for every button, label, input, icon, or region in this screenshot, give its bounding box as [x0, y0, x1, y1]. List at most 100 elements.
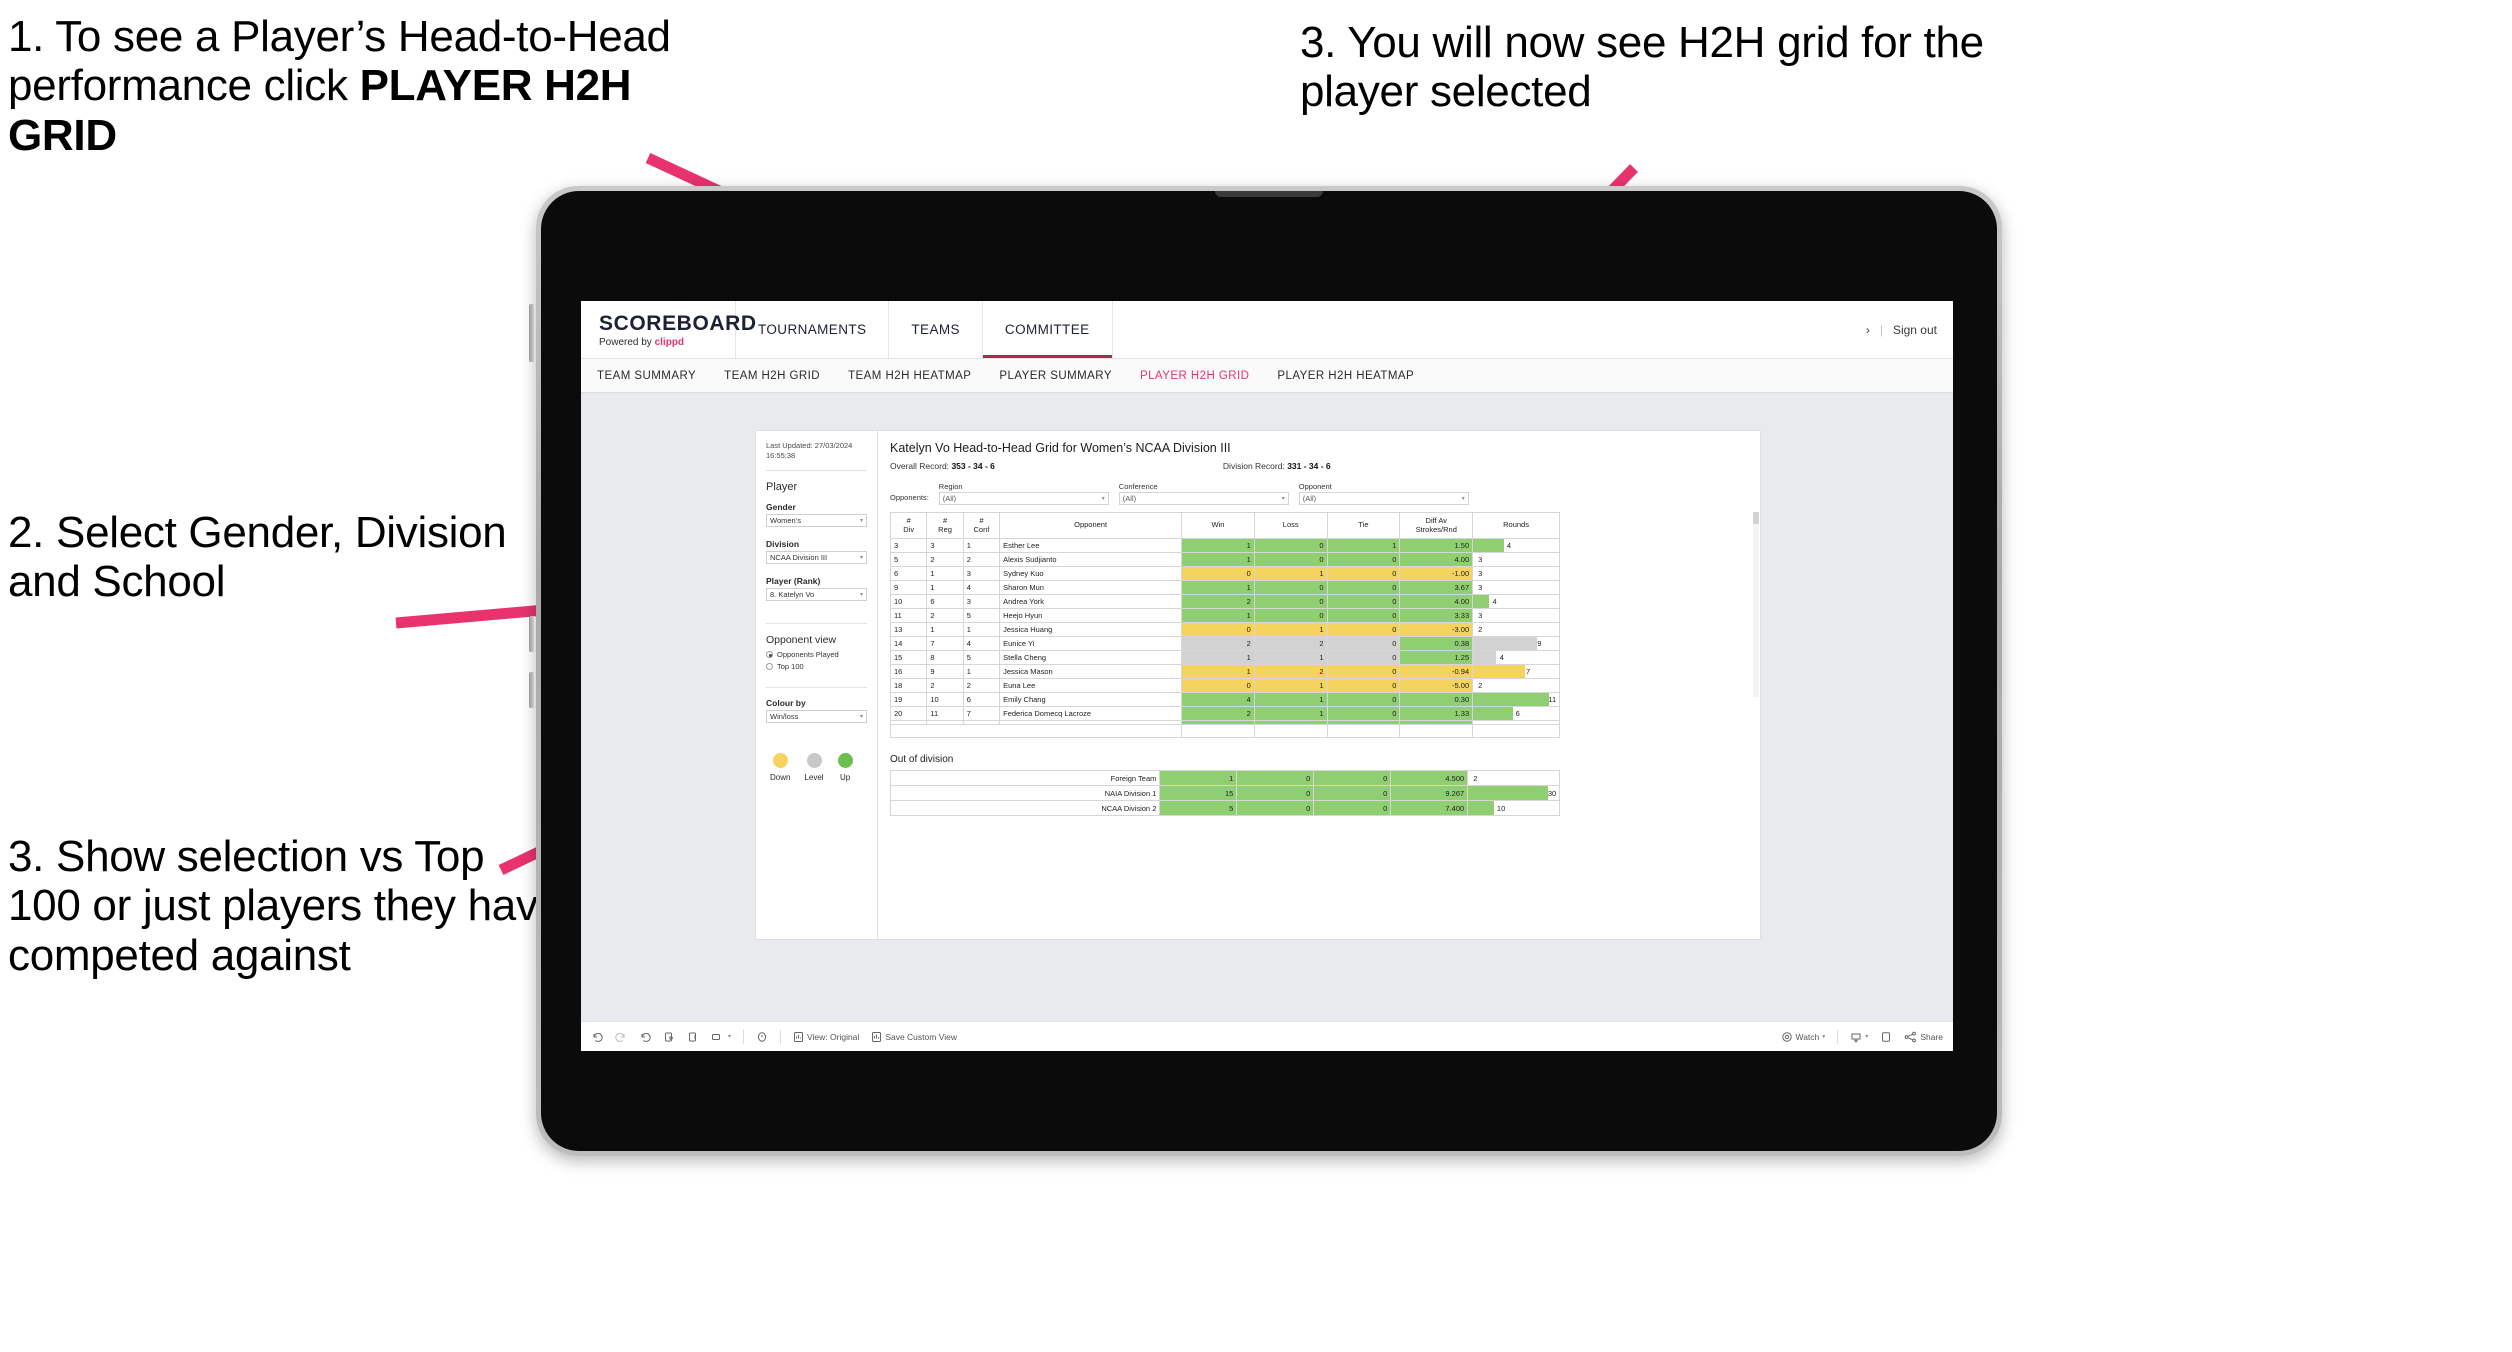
cell-opponent: Stella Cheng [999, 650, 1183, 665]
col-conf: # Conf [962, 512, 1001, 539]
watch-button[interactable]: Watch ▾ [1781, 1031, 1825, 1043]
brand-logo[interactable]: SCOREBOARD Powered by clippd [581, 301, 756, 358]
table-row[interactable]: NCAA Division 2 5 0 0 7.400 10 [889, 800, 1560, 816]
cell-rounds: 11 [1472, 692, 1560, 707]
pause-icon[interactable] [687, 1031, 699, 1043]
table-row[interactable]: 9 1 4 Sharon Mun 1 0 0 3.67 3 [889, 580, 1560, 595]
cell-reg: 3 [926, 538, 964, 553]
player-rank-dropdown[interactable]: 8. Katelyn Vo ▾ [766, 588, 867, 602]
region-dropdown[interactable]: (All) ▾ [938, 492, 1109, 505]
cell-reg: 1 [926, 580, 964, 595]
sign-out-link[interactable]: Sign out [1893, 323, 1937, 337]
cell-rounds: 10 [1467, 800, 1560, 816]
cell-reg: 6 [926, 594, 964, 609]
tab-team-summary[interactable]: TEAM SUMMARY [597, 370, 696, 382]
gender-dropdown[interactable]: Women’s ▾ [766, 514, 867, 528]
refresh-icon[interactable] [663, 1031, 675, 1043]
tab-player-h2h-grid[interactable]: PLAYER H2H GRID [1140, 370, 1249, 382]
cell-tie: 0 [1326, 580, 1401, 595]
opponent-view-heading: Opponent view [766, 634, 837, 647]
cell-win: 5 [1159, 800, 1238, 816]
overall-record-value: 353 - 34 - 6 [951, 461, 995, 471]
cell-reg: 2 [926, 678, 964, 693]
cell-opponent: Eunice Yi [999, 636, 1183, 651]
grid-vertical-scrollbar[interactable] [1753, 512, 1759, 697]
nav-committee[interactable]: COMMITTEE [982, 301, 1113, 358]
cell-win: 1 [1159, 770, 1238, 786]
nav-teams[interactable]: TEAMS [889, 301, 983, 358]
table-row[interactable]: NAIA Division 1 15 0 0 9.267 30 [889, 785, 1560, 801]
table-row[interactable]: 19 10 6 Emily Chang 4 1 0 0.30 11 [889, 692, 1560, 707]
radio-top-100[interactable]: Top 100 [766, 662, 867, 671]
conference-value: (All) [1122, 494, 1137, 503]
cell-diff: 0.30 [1399, 692, 1474, 707]
download-icon[interactable]: ▾ [1850, 1031, 1868, 1043]
legend-level: Level [804, 753, 824, 782]
table-row[interactable]: 6 1 3 Sydney Kuo 0 1 0 -1.00 3 [889, 566, 1560, 581]
cell-loss: 1 [1253, 706, 1328, 721]
device-button-up[interactable] [529, 616, 534, 652]
tab-team-h2h-heatmap[interactable]: TEAM H2H HEATMAP [848, 370, 971, 382]
cell-rounds: 2 [1472, 678, 1560, 693]
cell-name: Foreign Team [889, 770, 1161, 786]
view-original-button[interactable]: View: Original [793, 1031, 859, 1043]
fullscreen-icon[interactable] [1880, 1031, 1892, 1043]
cell-diff: 0.38 [1399, 636, 1474, 651]
save-custom-view-button[interactable]: Save Custom View [871, 1031, 957, 1043]
cell-loss: 2 [1253, 636, 1328, 651]
opponent-dropdown[interactable]: (All) ▾ [1298, 492, 1469, 505]
table-row[interactable]: 11 2 5 Heejo Hyun 1 0 0 3.33 3 [889, 608, 1560, 623]
cell-div: 13 [889, 622, 928, 637]
divider [1837, 1029, 1839, 1044]
revert-icon[interactable] [639, 1031, 651, 1043]
tab-player-summary[interactable]: PLAYER SUMMARY [999, 370, 1112, 382]
cell-tie: 0 [1326, 636, 1401, 651]
cell-tie: 0 [1326, 692, 1401, 707]
table-row[interactable]: 13 1 1 Jessica Huang 0 1 0 -3.00 2 [889, 622, 1560, 637]
share-button[interactable]: Share [1904, 1031, 1943, 1043]
legend-down-label: Down [770, 773, 791, 783]
cell-loss: 1 [1253, 678, 1328, 693]
cell-diff: 4.00 [1399, 594, 1474, 609]
cell-loss: 2 [1253, 664, 1328, 679]
table-row[interactable]: 3 3 1 Esther Lee 1 0 1 1.50 4 [889, 538, 1560, 553]
scrollbar-thumb[interactable] [1753, 512, 1759, 524]
annotation-2: 2. Select Gender, Division and School [8, 508, 507, 607]
help-icon[interactable] [756, 1031, 768, 1043]
divider [743, 1029, 745, 1044]
undo-icon[interactable] [591, 1031, 603, 1043]
tab-team-h2h-grid[interactable]: TEAM H2H GRID [724, 370, 820, 382]
cell-tie: 0 [1326, 566, 1401, 581]
col-diff-av-strokes: Diff Av Strokes/Rnd [1399, 512, 1474, 539]
cell-rounds: 2 [1467, 770, 1560, 786]
table-row[interactable]: 10 6 3 Andrea York 2 0 0 4.00 4 [889, 594, 1560, 609]
redo-icon[interactable] [615, 1031, 627, 1043]
table-row[interactable]: 14 7 4 Eunice Yi 2 2 0 0.38 9 [889, 636, 1560, 651]
filters-sidebar: Last Updated: 27/03/2024 16:55:38 Player… [756, 431, 878, 939]
brand-subtitle: Powered by clippd [599, 337, 735, 348]
table-row[interactable]: 18 2 2 Euna Lee 0 1 0 -5.00 2 [889, 678, 1560, 693]
division-dropdown[interactable]: NCAA Division III ▾ [766, 551, 867, 565]
device-volume-button[interactable] [529, 304, 534, 362]
colour-by-dropdown[interactable]: Win/loss ▾ [766, 710, 867, 724]
table-row[interactable]: 16 9 1 Jessica Mason 1 2 0 -0.94 7 [889, 664, 1560, 679]
device-button-down[interactable] [529, 672, 534, 708]
table-row[interactable]: Foreign Team 1 0 0 4.500 2 [889, 770, 1560, 786]
cell-loss: 0 [1236, 770, 1315, 786]
table-row[interactable]: 20 11 7 Federica Domecq Lacroze 2 1 0 1.33 6 [889, 706, 1560, 721]
last-updated-time: 16:55:38 [766, 451, 796, 461]
cell-diff: 7.400 [1390, 800, 1469, 816]
tab-player-h2h-heatmap[interactable]: PLAYER H2H HEATMAP [1277, 370, 1414, 382]
page-title: Katelyn Vo Head-to-Head Grid for Women’s… [890, 441, 1231, 455]
table-row[interactable]: 15 8 5 Stella Cheng 1 1 0 1.25 4 [889, 650, 1560, 665]
table-row[interactable]: 5 2 2 Alexis Sudjianto 1 0 0 4.00 3 [889, 552, 1560, 567]
cell-div: 18 [889, 678, 928, 693]
conference-dropdown[interactable]: (All) ▾ [1118, 492, 1289, 505]
chevron-right-icon[interactable]: › [1866, 323, 1870, 337]
nav-tournaments[interactable]: TOURNAMENTS [736, 301, 890, 358]
cell-tie: 0 [1326, 608, 1401, 623]
camera-icon [1215, 191, 1323, 197]
radio-opponents-played[interactable]: Opponents Played [766, 650, 867, 659]
cell-win: 1 [1181, 538, 1255, 553]
device-layout-icon[interactable]: ▾ [711, 1031, 731, 1043]
